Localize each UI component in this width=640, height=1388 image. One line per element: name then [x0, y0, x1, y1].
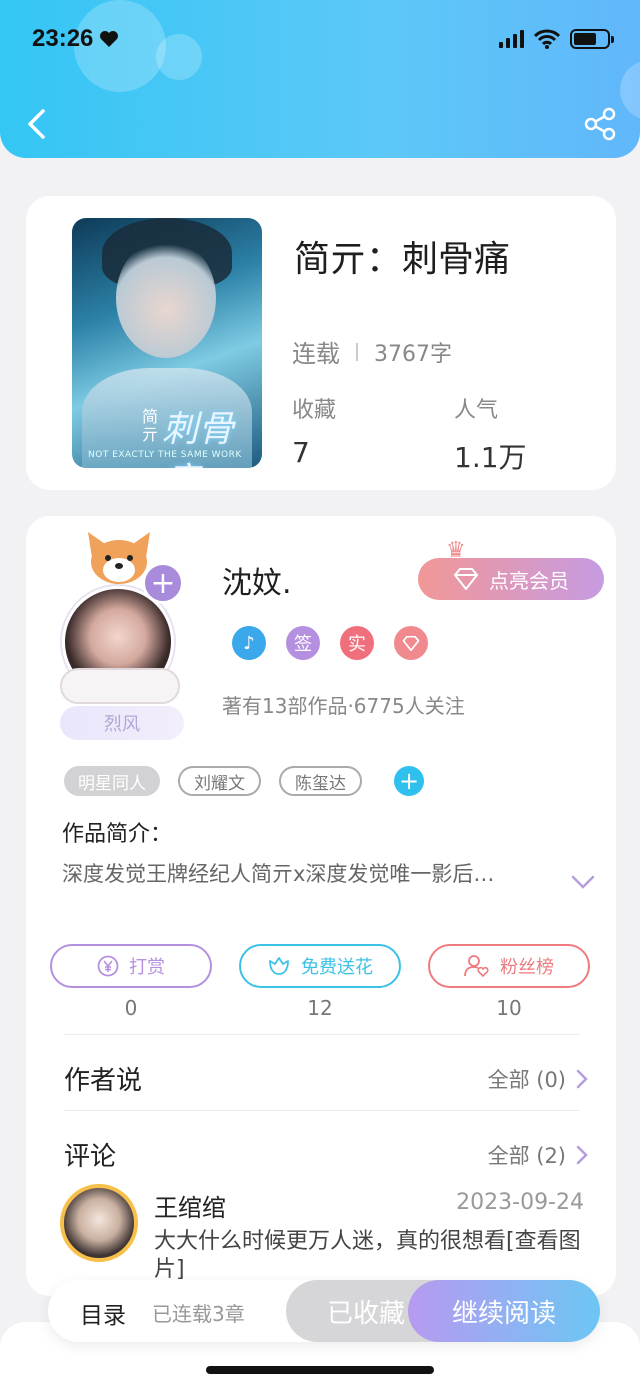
commenter-avatar[interactable]	[60, 1184, 138, 1262]
book-status-row: 连载 3767字	[292, 334, 452, 369]
comment-date: 2023-09-24	[456, 1190, 584, 1215]
sign-badge-icon[interactable]: 签	[286, 626, 320, 660]
more-text: 全部 (2)	[487, 1143, 566, 1168]
share-icon	[584, 107, 616, 141]
toc-button[interactable]: 目录	[80, 1296, 126, 1330]
verified-badge-icon[interactable]: 实	[340, 626, 374, 660]
reward-count: 0	[124, 996, 138, 1020]
author-badges: ♪ 签 实	[232, 626, 428, 660]
stat-favorites: 收藏 7	[292, 392, 336, 469]
battery-icon	[570, 29, 614, 49]
add-tag-button[interactable]: +	[394, 766, 424, 796]
home-indicator	[206, 1366, 434, 1374]
chevron-right-icon	[576, 1145, 588, 1164]
stat-popularity: 人气 1.1万	[454, 392, 527, 476]
fan-action: 粉丝榜 10	[428, 944, 590, 1020]
bottom-action-bar: 目录 已连载3章 已收藏 继续阅读	[48, 1280, 600, 1342]
author-meta: 著有13部作品·6775人关注	[222, 694, 465, 718]
author-says-header[interactable]: 作者说 全部 (0)	[64, 1060, 588, 1097]
stat-value: 1.1万	[454, 441, 527, 474]
diamond-icon	[453, 568, 479, 590]
flower-action: 免费送花 12	[239, 944, 401, 1020]
vip-button[interactable]: 点亮会员	[418, 558, 604, 600]
book-status: 连载	[292, 340, 340, 368]
more-text: 全部 (0)	[487, 1067, 566, 1092]
status-icons	[499, 29, 614, 49]
author-avatar-frame[interactable]: + 烈风	[60, 528, 190, 740]
flower-label: 免费送花	[301, 957, 373, 978]
book-info-card: 简亓 刺骨痛 NOT EXACTLY THE SAME WORK 简亓：刺骨痛 …	[26, 196, 616, 490]
wifi-icon	[534, 29, 560, 49]
chevron-down-icon[interactable]	[570, 874, 596, 890]
badge-text: 签	[294, 634, 312, 655]
action-row: 打赏 0 免费送花 12 粉丝榜 10	[50, 944, 590, 1020]
chapter-count: 已连载3章	[152, 1302, 245, 1326]
stat-value: 7	[292, 436, 310, 469]
book-title: 简亓：刺骨痛	[294, 239, 511, 280]
clock-text: 23:26	[32, 25, 94, 52]
continue-reading-button[interactable]: 继续阅读	[408, 1280, 600, 1342]
tag-item[interactable]: 陈玺达	[279, 766, 362, 796]
cloud-decoration	[60, 668, 180, 704]
status-time: 23:26	[32, 25, 119, 53]
cover-caption: NOT EXACTLY THE SAME WORK	[88, 450, 242, 460]
vip-label: 点亮会员	[489, 568, 569, 593]
comment-text: 大大什么时候更万人迷，真的很想看[查看图片]	[154, 1229, 581, 1282]
music-note-icon[interactable]: ♪	[232, 626, 266, 660]
intro-text: 深度发觉王牌经纪人简亓x深度发觉唯一影后…	[62, 862, 495, 886]
tag-item[interactable]: 明星同人	[64, 766, 160, 796]
author-says-title: 作者说	[64, 1066, 143, 1096]
flower-count: 12	[307, 996, 333, 1020]
book-cover[interactable]: 简亓 刺骨痛 NOT EXACTLY THE SAME WORK	[72, 218, 262, 468]
author-says-more[interactable]: 全部 (0)	[488, 1064, 588, 1094]
fan-list-icon	[464, 955, 489, 978]
cover-subtitle: 简亓	[142, 407, 159, 444]
follow-plus-icon[interactable]: +	[142, 562, 184, 604]
intro-label: 作品简介：	[62, 822, 173, 847]
divider	[64, 1034, 580, 1035]
stat-label: 人气	[454, 398, 499, 423]
heart-icon	[100, 31, 119, 47]
divider	[64, 1110, 580, 1111]
share-button[interactable]	[582, 106, 618, 142]
word-count: 3767字	[374, 341, 452, 367]
diamond-badge-icon[interactable]	[394, 626, 428, 660]
status-bar: 23:26	[32, 22, 614, 56]
yen-icon	[97, 955, 119, 977]
badge-text: 实	[348, 634, 366, 655]
header-bar: 23:26	[0, 0, 640, 158]
fan-list-count: 10	[496, 996, 522, 1020]
signal-icon	[499, 30, 524, 48]
tag-item[interactable]: 刘耀文	[178, 766, 261, 796]
comments-header[interactable]: 评论 全部 (2)	[64, 1136, 588, 1173]
reward-action: 打赏 0	[50, 944, 212, 1020]
fan-list-button[interactable]: 粉丝榜	[428, 944, 590, 988]
author-card: + 烈风 沈妏. ♛ 点亮会员 ♪ 签 实 著有13部作品·6775人关注 明星…	[26, 516, 616, 1296]
flower-icon	[269, 957, 289, 975]
back-button[interactable]	[20, 104, 52, 144]
reward-button[interactable]: 打赏	[50, 944, 212, 988]
rank-tag: 烈风	[60, 706, 184, 740]
stat-label: 收藏	[292, 398, 337, 423]
comments-title: 评论	[64, 1142, 117, 1172]
chevron-right-icon	[576, 1069, 588, 1088]
author-name[interactable]: 沈妏.	[222, 558, 292, 602]
tag-list: 明星同人 刘耀文 陈玺达 +	[64, 766, 424, 796]
send-flower-button[interactable]: 免费送花	[239, 944, 401, 988]
commenter-name: 王绾绾	[154, 1194, 226, 1222]
fan-list-label: 粉丝榜	[500, 957, 554, 978]
chevron-left-icon	[28, 109, 45, 139]
comments-more[interactable]: 全部 (2)	[488, 1140, 588, 1170]
reward-label: 打赏	[129, 957, 165, 978]
